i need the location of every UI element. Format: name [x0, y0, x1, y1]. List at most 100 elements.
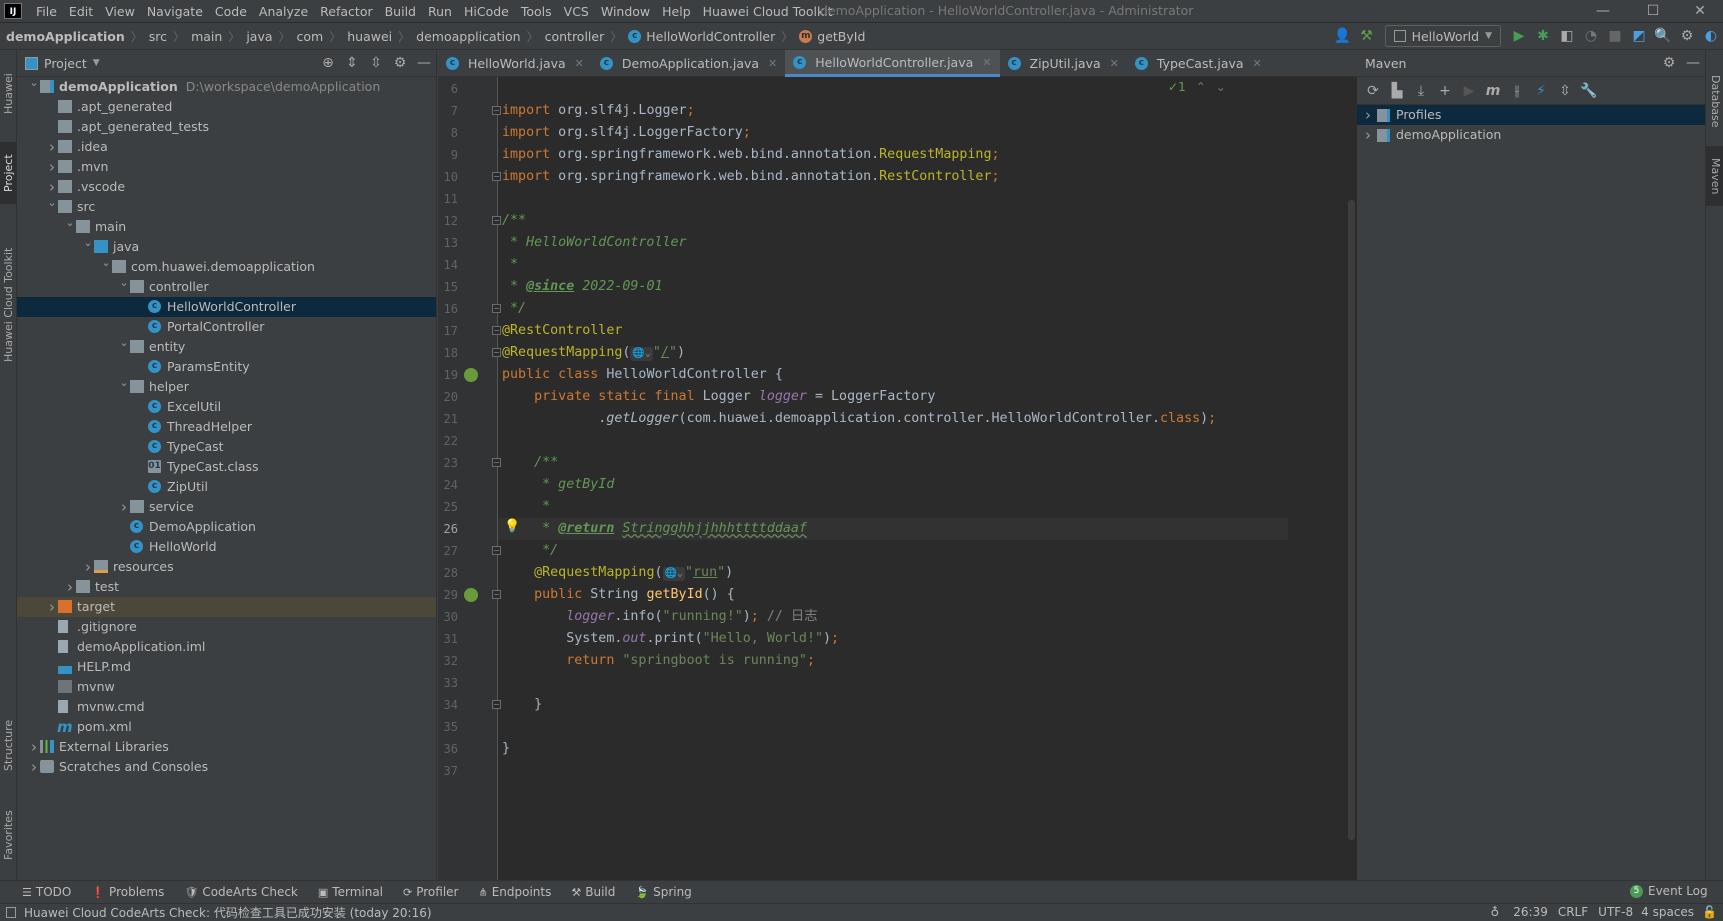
- close-window-button[interactable]: ✕: [1680, 0, 1720, 22]
- menu-view[interactable]: View: [99, 4, 141, 19]
- project-view-select[interactable]: Project: [44, 56, 87, 71]
- tree-item[interactable]: c PortalController: [17, 317, 436, 337]
- chevron-right-icon[interactable]: ›: [82, 557, 94, 577]
- tool-database[interactable]: Database: [1706, 66, 1723, 136]
- breadcrumb-item[interactable]: c HelloWorldController: [628, 29, 775, 44]
- tree-item[interactable]: ⌄ java: [17, 236, 436, 257]
- menu-file[interactable]: File: [30, 4, 63, 19]
- tree-item[interactable]: › target: [17, 597, 436, 617]
- maximize-button[interactable]: ☐: [1633, 0, 1673, 22]
- chevron-right-icon[interactable]: ›: [28, 757, 40, 777]
- tree-item[interactable]: demoApplication.iml: [17, 637, 436, 657]
- chevron-right-icon[interactable]: ›: [28, 737, 40, 757]
- maven-tree-item[interactable]: › Profiles: [1357, 105, 1705, 125]
- close-tab-icon[interactable]: ✕: [1110, 57, 1119, 70]
- caret-position[interactable]: 26:39: [1513, 905, 1548, 919]
- tool-project[interactable]: Project: [0, 142, 17, 204]
- gear-icon[interactable]: ⚙: [1657, 51, 1681, 75]
- tree-item[interactable]: c HelloWorldController: [17, 297, 436, 317]
- tree-item[interactable]: ⌄ main: [17, 216, 436, 237]
- inspection-widget[interactable]: ✓1 ⌃ ⌄: [1168, 80, 1226, 94]
- download-icon[interactable]: ⤓: [1409, 79, 1433, 103]
- menu-vcs[interactable]: VCS: [558, 4, 595, 19]
- menu-analyze[interactable]: Analyze: [253, 4, 314, 19]
- tree-item[interactable]: c ParamsEntity: [17, 357, 436, 377]
- huawei-toolkit-icon[interactable]: ◩: [1627, 24, 1651, 48]
- wrench-icon[interactable]: 🔧: [1577, 79, 1601, 103]
- run-icon[interactable]: ▶: [1457, 79, 1481, 103]
- chevron-down-icon[interactable]: ⌄: [118, 333, 130, 353]
- stop-icon[interactable]: ■: [1603, 24, 1627, 48]
- minimize-button[interactable]: —: [1583, 0, 1623, 22]
- menu-help[interactable]: Help: [656, 4, 697, 19]
- tree-item[interactable]: ⌄ controller: [17, 276, 436, 297]
- menu-code[interactable]: Code: [209, 4, 253, 19]
- tree-item[interactable]: › External Libraries: [17, 737, 436, 757]
- tree-item[interactable]: ⌄ helper: [17, 376, 436, 397]
- menu-edit[interactable]: Edit: [63, 4, 99, 19]
- chevron-down-icon[interactable]: ⌄: [28, 73, 40, 93]
- tab-demoapplication-java[interactable]: c DemoApplication.java ✕: [592, 50, 785, 77]
- collapse-all-icon[interactable]: ⇳: [364, 51, 388, 75]
- breadcrumb-item[interactable]: java: [246, 29, 272, 44]
- menu-hicode[interactable]: HiCode: [458, 4, 515, 19]
- tree-item[interactable]: 01 TypeCast.class: [17, 457, 436, 477]
- status-panel-icon[interactable]: [6, 906, 16, 918]
- menu-build[interactable]: Build: [379, 4, 422, 19]
- tree-item[interactable]: HELP.md: [17, 657, 436, 677]
- tab-helloworldcontroller-java[interactable]: c HelloWorldController.java ✕: [785, 50, 1000, 77]
- chevron-right-icon[interactable]: ›: [1365, 125, 1371, 145]
- tree-item[interactable]: › resources: [17, 557, 436, 577]
- coverage-icon[interactable]: ◧: [1555, 24, 1579, 48]
- breadcrumb-item[interactable]: controller: [545, 29, 605, 44]
- tree-item[interactable]: › service: [17, 497, 436, 517]
- tree-item[interactable]: › .vscode: [17, 177, 436, 197]
- breadcrumb-item[interactable]: main: [191, 29, 222, 44]
- menu-refactor[interactable]: Refactor: [314, 4, 378, 19]
- menu-tools[interactable]: Tools: [515, 4, 558, 19]
- search-icon[interactable]: 🔍: [1651, 24, 1675, 48]
- status-message[interactable]: Huawei Cloud CodeArts Check: 代码检查工具已成功安装…: [24, 904, 432, 921]
- tree-item[interactable]: m pom.xml: [17, 717, 436, 737]
- breadcrumb-item[interactable]: huawei: [347, 29, 392, 44]
- reload-icon[interactable]: ⟳: [1361, 79, 1385, 103]
- chevron-down-icon[interactable]: ⌄: [118, 373, 130, 393]
- tree-item[interactable]: ⌄ com.huawei.demoapplication: [17, 256, 436, 277]
- chevron-down-icon[interactable]: ⌄: [46, 193, 58, 213]
- tree-item[interactable]: .apt_generated: [17, 97, 436, 117]
- tool-spring[interactable]: 🍃 Spring: [635, 885, 691, 899]
- chevron-right-icon[interactable]: ›: [1365, 105, 1371, 125]
- tree-item[interactable]: c DemoApplication: [17, 517, 436, 537]
- tree-item[interactable]: c ZipUtil: [17, 477, 436, 497]
- tool-profiler[interactable]: ⟳ Profiler: [403, 885, 458, 899]
- vcs-user-icon[interactable]: 👤: [1331, 24, 1355, 48]
- debug-icon[interactable]: ✱: [1531, 24, 1555, 48]
- file-encoding[interactable]: UTF-8: [1598, 905, 1633, 919]
- execute-goal-icon[interactable]: m: [1481, 79, 1505, 103]
- tree-item[interactable]: c ExcelUtil: [17, 397, 436, 417]
- tree-item[interactable]: c HelloWorld: [17, 537, 436, 557]
- chevron-right-icon[interactable]: ›: [64, 577, 76, 597]
- hide-icon[interactable]: —: [412, 51, 436, 75]
- run-configuration-select[interactable]: HelloWorld ▼: [1384, 25, 1501, 47]
- url-hint-icon[interactable]: 🌐⌄: [630, 347, 653, 361]
- chevron-right-icon[interactable]: ›: [118, 497, 130, 517]
- hide-icon[interactable]: —: [1681, 51, 1705, 75]
- tree-item[interactable]: mvnw: [17, 677, 436, 697]
- code-area[interactable]: import org.slf4j.Logger; import org.slf4j…: [438, 77, 1357, 880]
- tree-item[interactable]: › Scratches and Consoles: [17, 757, 436, 777]
- tab-ziputil-java[interactable]: c ZipUtil.java ✕: [1000, 50, 1127, 77]
- gear-icon[interactable]: ⚙: [1675, 24, 1699, 48]
- tool-huawei-cloud-toolkit[interactable]: Huawei Cloud Toolkit: [0, 240, 17, 370]
- tree-item[interactable]: ⌄ demoApplication D:\workspace\demoApplica…: [17, 76, 436, 97]
- tree-item[interactable]: c TypeCast: [17, 437, 436, 457]
- chevron-right-icon[interactable]: ›: [46, 597, 58, 617]
- close-tab-icon[interactable]: ✕: [982, 56, 991, 69]
- tree-item[interactable]: .apt_generated_tests: [17, 117, 436, 137]
- tree-item[interactable]: c ThreadHelper: [17, 417, 436, 437]
- expand-all-icon[interactable]: ⇕: [340, 51, 364, 75]
- tool-huawei-plugins[interactable]: Huawei Plugins: [0, 54, 32, 134]
- offline-icon[interactable]: ⚡: [1529, 79, 1553, 103]
- indent-setting[interactable]: 4 spaces: [1641, 905, 1694, 919]
- tool-maven[interactable]: Maven: [1706, 146, 1723, 206]
